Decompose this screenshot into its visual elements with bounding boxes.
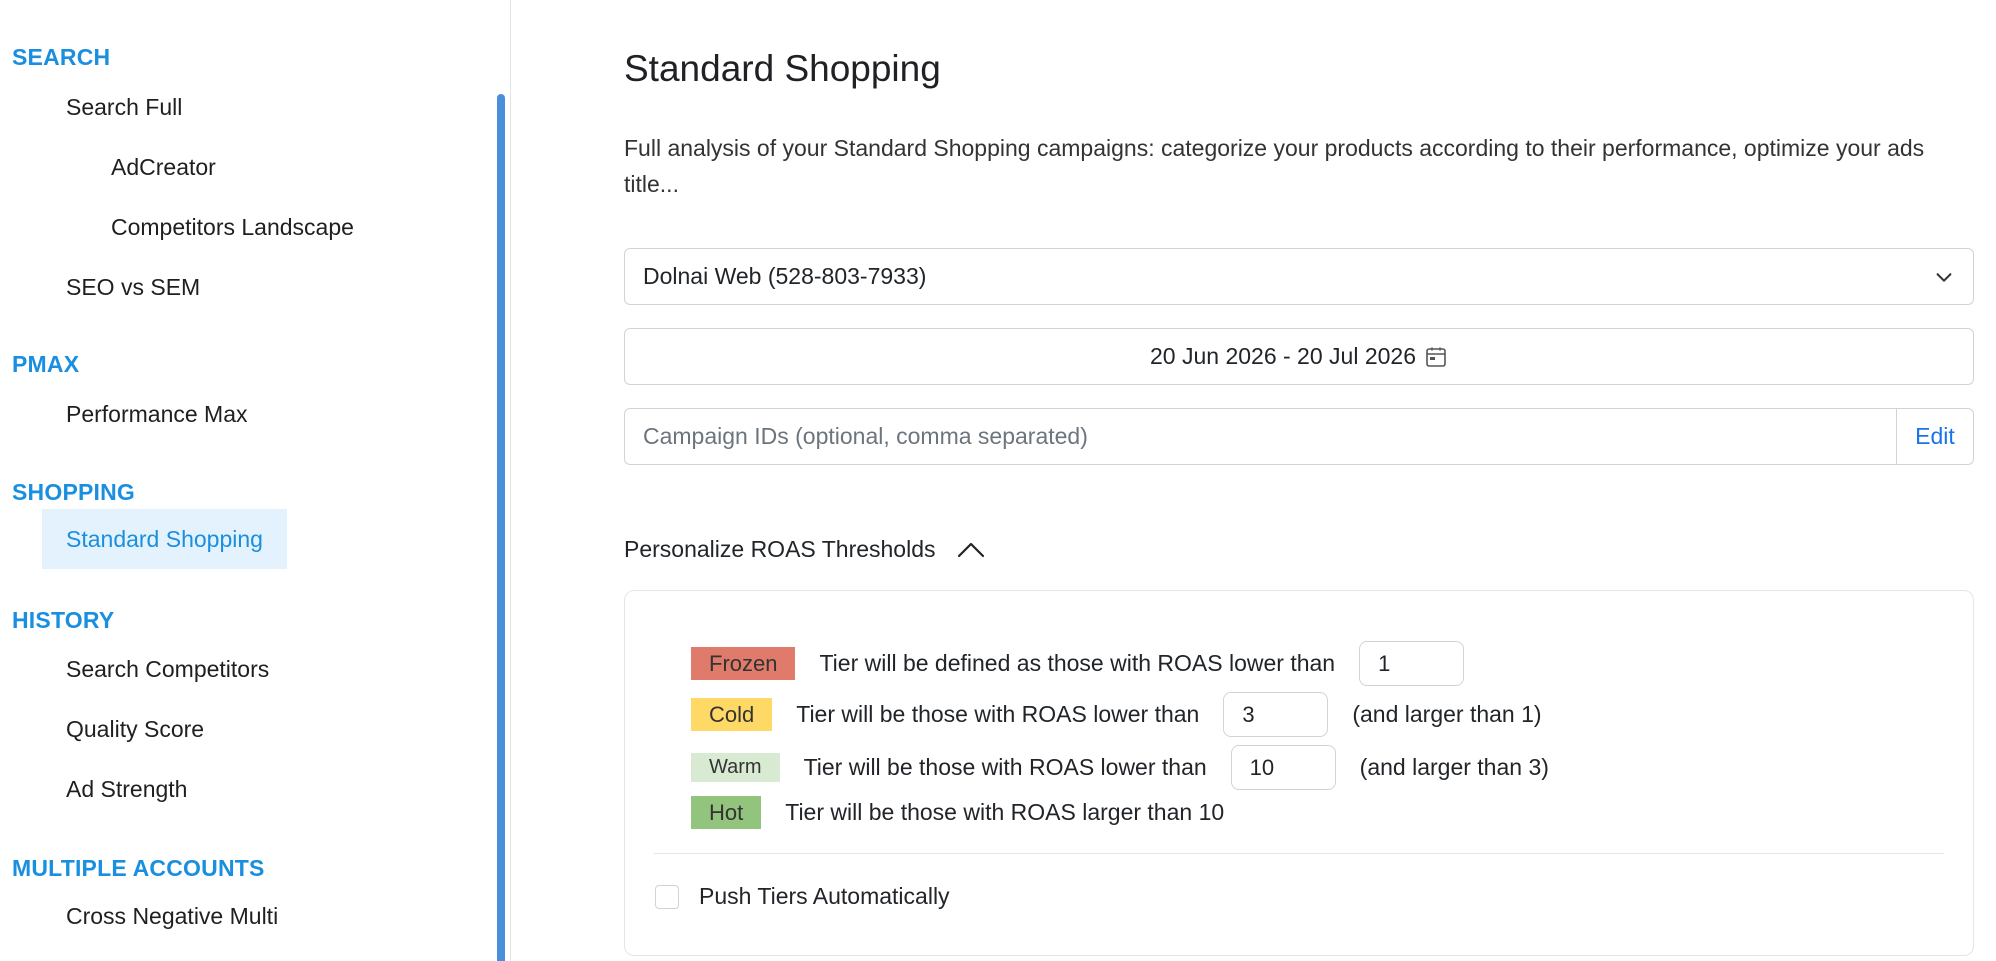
chevron-up-icon: [957, 542, 984, 557]
section-title-multiple-accounts: MULTIPLE ACCOUNTS: [12, 855, 265, 881]
date-range-picker[interactable]: 20 Jun 2026 - 20 Jul 2026: [624, 328, 1974, 385]
sidebar-item-quality-score[interactable]: Quality Score: [66, 709, 204, 749]
sidebar-item-standard-shopping[interactable]: Standard Shopping: [42, 509, 287, 569]
sidebar: SEARCH Search Full AdCreator Competitors…: [0, 0, 511, 961]
push-tiers-checkbox[interactable]: [655, 884, 679, 909]
chevron-down-icon: [1936, 273, 1952, 282]
account-select[interactable]: Dolnai Web (528-803-7933): [624, 248, 1974, 305]
roas-thresholds-label: Personalize ROAS Thresholds: [624, 536, 936, 562]
roas-thresholds-card: Frozen Tier will be defined as those wit…: [624, 590, 1974, 956]
date-range-value: 20 Jun 2026 - 20 Jul 2026: [1150, 343, 1416, 369]
tier-text-hot: Tier will be those with ROAS larger than…: [785, 799, 1225, 825]
tier-row-hot: Hot Tier will be those with ROAS larger …: [691, 796, 1224, 829]
card-divider: [654, 853, 1944, 854]
account-select-value: Dolnai Web (528-803-7933): [643, 263, 927, 289]
tier-suffix-warm: (and larger than 3): [1359, 754, 1549, 780]
tier-text-cold: Tier will be those with ROAS lower than: [796, 701, 1200, 727]
page-description: Full analysis of your Standard Shopping …: [624, 135, 1925, 197]
sidebar-item-ad-strength[interactable]: Ad Strength: [66, 769, 187, 809]
cold-threshold-input[interactable]: [1223, 692, 1329, 737]
tier-row-warm: Warm Tier will be those with ROAS lower …: [691, 745, 1549, 790]
tier-text-warm: Tier will be those with ROAS lower than: [803, 754, 1207, 780]
warm-threshold-input[interactable]: [1230, 745, 1336, 790]
tier-row-cold: Cold Tier will be those with ROAS lower …: [691, 692, 1542, 737]
sidebar-scrollbar[interactable]: [497, 94, 505, 961]
campaign-ids-input[interactable]: [624, 408, 1896, 465]
push-tiers-label: Push Tiers Automatically: [699, 883, 950, 909]
tier-suffix-cold: (and larger than 1): [1352, 701, 1542, 727]
tier-badge-warm: Warm: [691, 753, 780, 782]
section-title-history: HISTORY: [12, 607, 115, 633]
section-title-pmax: PMAX: [12, 351, 80, 377]
sidebar-item-search-full[interactable]: Search Full: [66, 87, 182, 127]
tier-badge-frozen: Frozen: [691, 647, 796, 680]
section-title-search: SEARCH: [12, 44, 111, 70]
tier-badge-cold: Cold: [691, 698, 773, 731]
section-title-shopping: SHOPPING: [12, 479, 136, 505]
sidebar-item-seo-vs-sem[interactable]: SEO vs SEM: [66, 267, 200, 307]
sidebar-item-cross-negative-multi[interactable]: Cross Negative Multi: [66, 896, 278, 936]
sidebar-item-competitors-landscape[interactable]: Competitors Landscape: [111, 207, 354, 247]
frozen-threshold-input[interactable]: [1359, 641, 1465, 686]
campaign-ids-group: Edit: [624, 408, 1974, 465]
tier-text-frozen: Tier will be defined as those with ROAS …: [819, 650, 1336, 676]
sidebar-item-search-competitors[interactable]: Search Competitors: [66, 649, 269, 689]
roas-thresholds-toggle[interactable]: Personalize ROAS Thresholds: [624, 536, 986, 563]
tier-badge-hot: Hot: [691, 796, 762, 829]
sidebar-item-performance-max[interactable]: Performance Max: [66, 394, 248, 434]
page-title: Standard Shopping: [624, 48, 941, 89]
tier-row-frozen: Frozen Tier will be defined as those wit…: [691, 641, 1488, 686]
main-content: Standard Shopping Full analysis of your …: [624, 0, 1974, 961]
calendar-icon: [1426, 347, 1446, 367]
push-tiers-row[interactable]: Push Tiers Automatically: [655, 883, 950, 910]
edit-button[interactable]: Edit: [1896, 408, 1974, 465]
sidebar-item-adcreator[interactable]: AdCreator: [111, 147, 216, 187]
